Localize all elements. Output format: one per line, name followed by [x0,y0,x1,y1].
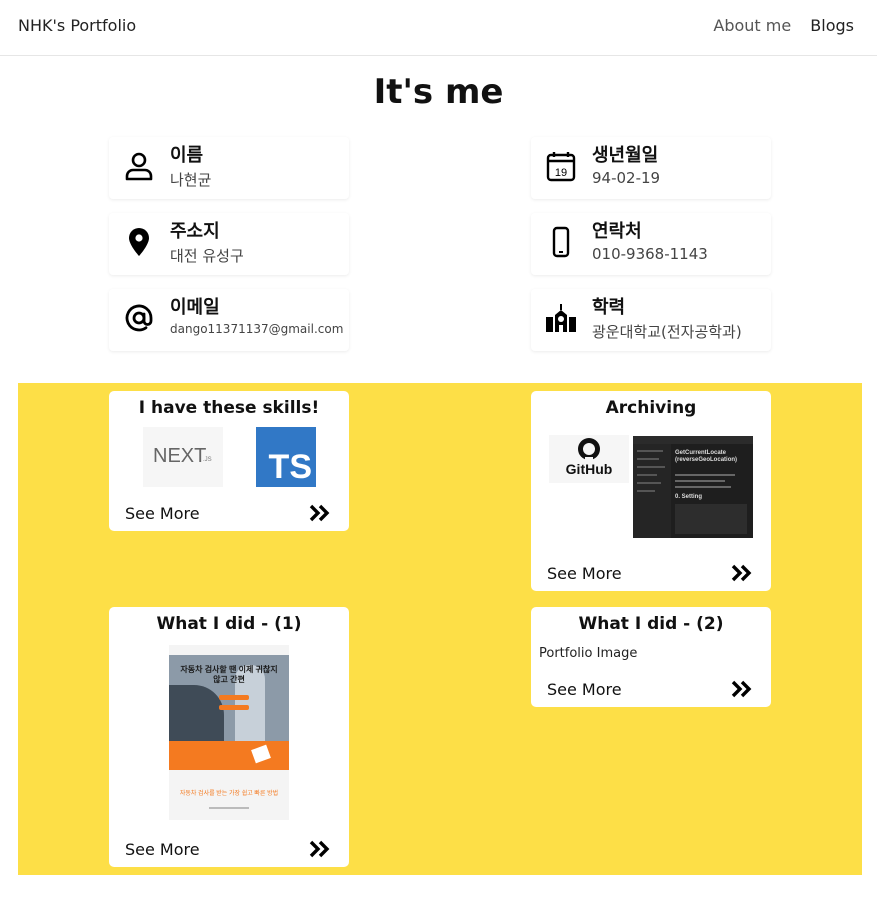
birth-label: 생년월일 [592,145,659,166]
education-label: 학력 [592,297,626,318]
archiving-see-more-link[interactable]: See More [547,564,622,583]
info-card-address: 주소지 대전 유성구 [109,213,349,275]
nav-about-link[interactable]: About me [713,16,791,35]
project-1-screenshot: 자동차 검사할 땐 이제 귀찮지 않고 간편 자동차 검사를 받는 가장 쉽고 … [169,645,289,820]
phone-icon [552,226,570,258]
page-title: It's me [373,72,504,112]
name-label: 이름 [170,145,204,166]
github-logo: GitHub [549,435,629,483]
github-icon [578,438,600,461]
double-chevron-right-icon[interactable] [309,840,331,858]
double-chevron-right-icon[interactable] [731,680,753,698]
name-value: 나현균 [170,171,212,189]
what-i-did-2-card: What I did - (2) Portfolio Image See Mor… [531,607,771,707]
nav-blogs-link[interactable]: Blogs [810,16,854,35]
info-card-email: 이메일 dango11371137@gmail.com [109,289,349,351]
skills-card-title: I have these skills! [138,398,320,418]
what-i-did-1-see-more-link[interactable]: See More [125,840,200,859]
address-value: 대전 유성구 [170,247,244,265]
info-card-education: 학력 광운대학교(전자공학과) [531,289,771,351]
what-i-did-1-title: What I did - (1) [156,614,302,634]
skills-see-more-link[interactable]: See More [125,504,200,523]
calendar-icon: 19 [546,152,576,182]
nav-links: About me Blogs [699,16,854,35]
info-card-birth: 19 생년월일 94-02-19 [531,137,771,199]
school-icon [546,304,576,332]
brand-link[interactable]: NHK's Portfolio [18,16,136,35]
birth-value: 94-02-19 [592,169,661,187]
contact-label: 연락처 [592,221,642,242]
info-card-name: 이름 나현균 [109,137,349,199]
navbar: NHK's Portfolio About me Blogs [0,0,877,56]
calendar-day: 19 [555,167,567,179]
portfolio-image-alt: Portfolio Image [539,646,638,661]
education-value: 광운대학교(전자공학과) [592,323,742,341]
email-value: dango11371137@gmail.com [170,322,344,336]
archiving-card: Archiving GitHub GetCurrentLocate (rever… [531,391,771,591]
location-icon [129,228,149,256]
typescript-logo: TS [256,427,316,487]
double-chevron-right-icon[interactable] [309,504,331,522]
double-chevron-right-icon[interactable] [731,564,753,582]
at-icon [125,304,153,332]
user-icon [125,152,153,181]
what-i-did-2-see-more-link[interactable]: See More [547,680,622,699]
info-card-contact: 연락처 010-9368-1143 [531,213,771,275]
blog-screenshot: GetCurrentLocate (reverseGeoLocation) 0.… [633,436,753,538]
contact-value: 010-9368-1143 [592,245,708,263]
skills-card: I have these skills! NEXT .JS TS See Mor… [109,391,349,531]
address-label: 주소지 [170,221,220,242]
archiving-card-title: Archiving [605,398,697,418]
what-i-did-2-title: What I did - (2) [578,614,724,634]
email-label: 이메일 [170,297,220,318]
nextjs-logo: NEXT .JS [143,427,223,487]
what-i-did-1-card: What I did - (1) 자동차 검사할 땐 이제 귀찮지 않고 간편 … [109,607,349,867]
